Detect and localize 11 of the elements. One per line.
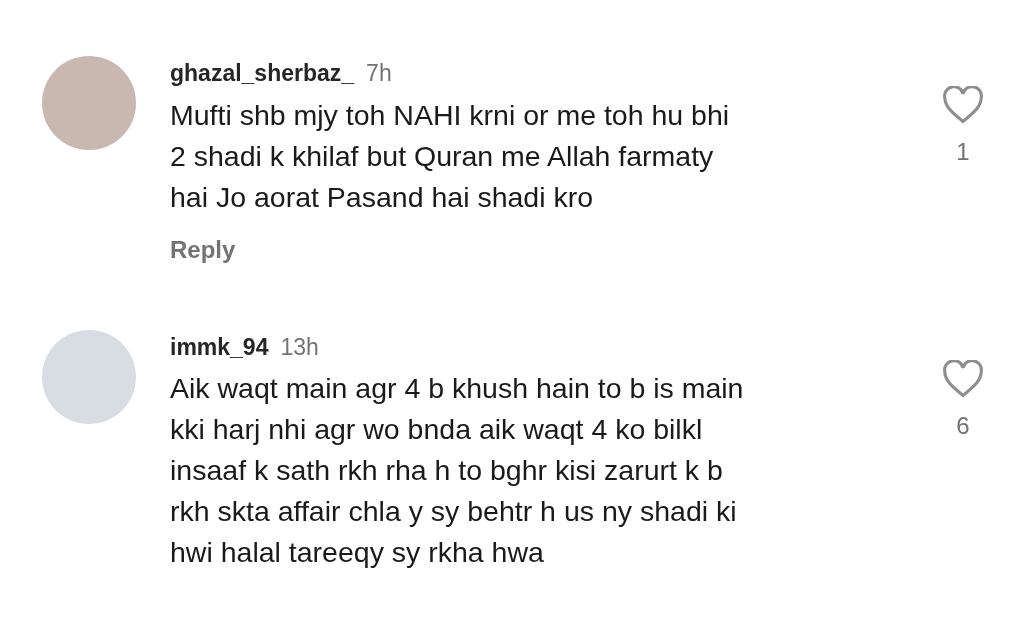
like-heart-icon[interactable] — [942, 86, 984, 124]
reply-button[interactable]: Reply — [170, 231, 236, 268]
comment-time: 13h — [280, 333, 319, 360]
like-count: 6 — [956, 410, 970, 441]
comment-time: 7h — [366, 60, 392, 86]
username-link[interactable]: ghazal_sherbaz_ — [170, 60, 355, 86]
username-link[interactable]: immk_94 — [170, 333, 269, 360]
like-count: 1 — [956, 137, 970, 167]
comment-text: Aik waqt main agr 4 b khush hain to b is main kki harj nhi agr wo bnda aik waqt 4 ko bilkl insaaf k sath rkh rha h to bghr kisi zarurt k b rkh skta affair chla y sy behtr h us ny shadi ki hwi halal tareeqy sy rkha hwa — [170, 371, 745, 570]
comment-text: Mufti shb mjy toh NAHI krni or me toh hu bhi 2 shadi k khilaf but Quran me Allah farmaty hai Jo aorat Pasand hai shadi kro — [170, 97, 731, 215]
like-heart-icon[interactable] — [942, 359, 984, 398]
